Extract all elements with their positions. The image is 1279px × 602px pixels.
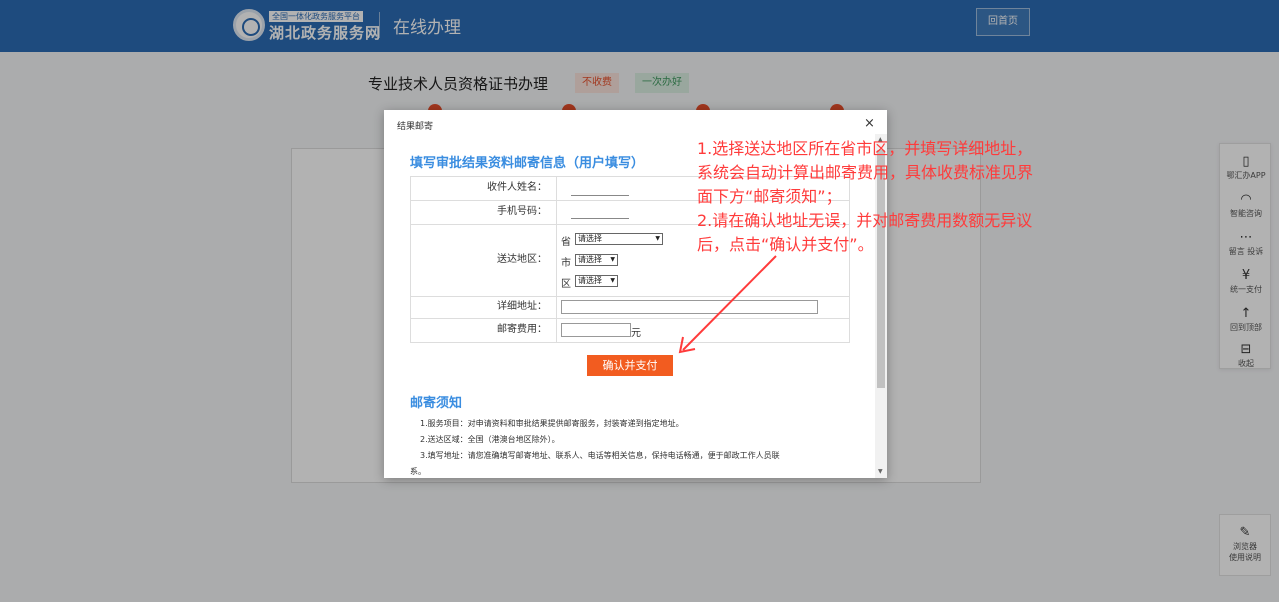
fee-input xyxy=(561,323,631,337)
province-prefix: 省 xyxy=(561,237,571,248)
annotation-line: 1.选择送达地区所在省市区，并填写详细地址， xyxy=(697,139,1033,158)
province-select[interactable]: 请选择 ▼ xyxy=(575,233,663,245)
form-row-fee: 邮寄费用： 元 xyxy=(411,319,849,343)
fee-label: 邮寄费用： xyxy=(411,319,557,343)
instruction-annotation: 1.选择送达地区所在省市区，并填写详细地址， 系统会自动计算出邮寄费用，具体收费… xyxy=(697,137,1127,257)
recipient-name-field[interactable] xyxy=(571,182,629,196)
confirm-and-pay-button[interactable]: 确认并支付 xyxy=(587,355,673,376)
annotation-line: 系统会自动计算出邮寄费用，具体收费标准见界 xyxy=(697,163,1034,182)
city-select-value: 请选择 xyxy=(578,255,602,264)
notice-line: 系。 xyxy=(410,467,426,476)
region-label: 送达地区： xyxy=(411,225,557,296)
phone-label: 手机号码： xyxy=(411,201,557,224)
recipient-label: 收件人姓名： xyxy=(411,177,557,200)
annotation-line: 2.请在确认地址无误，并对邮寄费用数额无异议 xyxy=(697,211,1033,230)
form-section-title: 填写审批结果资料邮寄信息（用户填写） xyxy=(410,156,645,171)
annotation-line: 后，点击“确认并支付”。 xyxy=(697,235,874,254)
form-row-address: 详细地址： xyxy=(411,297,849,319)
annotation-line: 面下方“邮寄须知”； xyxy=(697,187,842,206)
notice-line: 3.填写地址：请您准确填写邮寄地址、联系人、电话等相关信息，保持电话畅通，便于邮… xyxy=(420,451,780,460)
district-prefix: 区 xyxy=(561,279,571,290)
dropdown-arrow-icon: ▼ xyxy=(610,277,615,284)
dropdown-arrow-icon: ▼ xyxy=(655,235,660,242)
address-label: 详细地址： xyxy=(411,297,557,318)
close-icon[interactable]: × xyxy=(864,116,875,132)
phone-field[interactable] xyxy=(571,205,629,219)
notice-line: 1.服务项目：对申请资料和审批结果提供邮寄服务，封装寄递到指定地址。 xyxy=(420,419,684,428)
district-select-value: 请选择 xyxy=(578,276,602,285)
city-prefix: 市 xyxy=(561,258,571,269)
dropdown-arrow-icon: ▼ xyxy=(610,256,615,263)
city-select[interactable]: 请选择 ▼ xyxy=(575,254,618,266)
district-select[interactable]: 请选择 ▼ xyxy=(575,275,618,287)
province-select-value: 请选择 xyxy=(578,234,602,243)
fee-unit: 元 xyxy=(631,328,641,339)
scroll-down-icon[interactable]: ▼ xyxy=(878,468,883,475)
address-input[interactable] xyxy=(561,300,818,314)
notice-line: 2.送达区域：全国（港澳台地区除外）。 xyxy=(420,435,560,444)
dialog-title: 结果邮寄 xyxy=(397,122,434,132)
notice-title: 邮寄须知 xyxy=(410,396,463,411)
